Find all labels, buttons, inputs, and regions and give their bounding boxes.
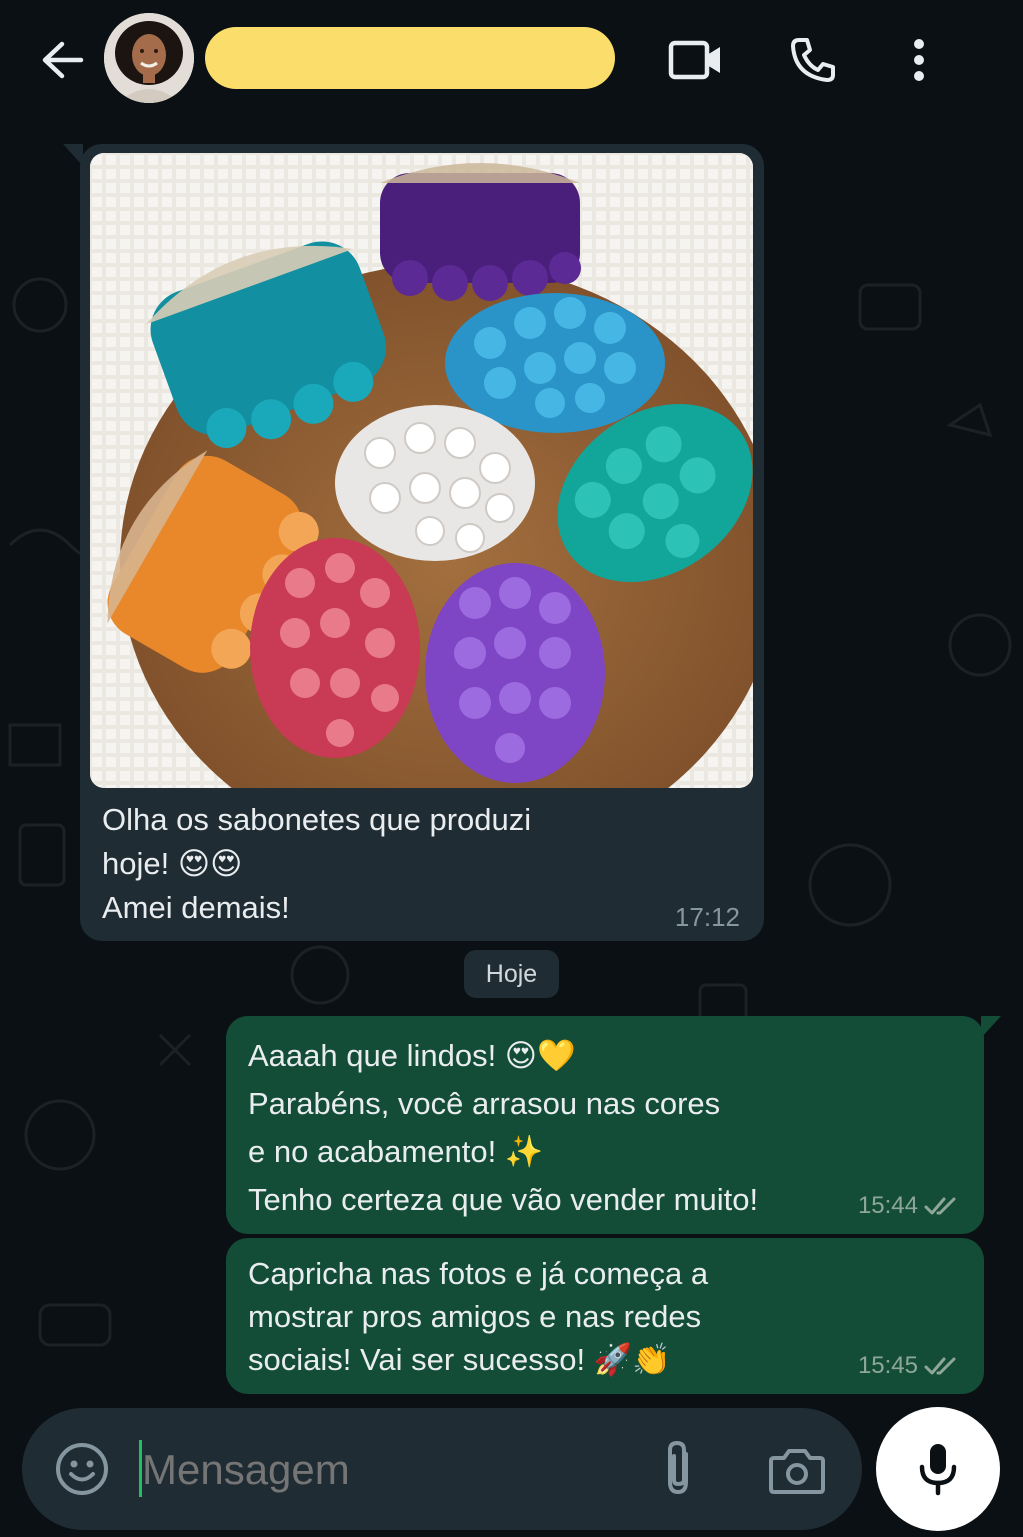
caption-line: Olha os sabonetes que produzi (102, 802, 532, 837)
bubble-tail (981, 1016, 1001, 1038)
message-meta: 15:45 (858, 1352, 962, 1380)
caption-line: Amei demais! (102, 890, 290, 925)
message-time: 15:45 (857, 1352, 918, 1379)
message-composer (22, 1408, 862, 1532)
message-line: Aaaah que lindos! 😍💛 (248, 1038, 576, 1073)
message-time: 17:12 (674, 902, 740, 932)
contact-avatar[interactable] (104, 13, 194, 103)
incoming-caption: Olha os sabonetes que produzi hoje! 😍😍 A… (102, 798, 622, 930)
camera-icon[interactable] (768, 1446, 826, 1496)
attach-icon[interactable] (658, 1438, 698, 1500)
day-divider: Hoje (464, 950, 559, 998)
chat-header (0, 0, 1023, 125)
outgoing-message[interactable]: Aaaah que lindos! 😍💛 Parabéns, você arra… (226, 1016, 1001, 1234)
back-arrow-icon[interactable] (36, 34, 88, 86)
voice-call-icon[interactable] (785, 32, 841, 88)
message-text: Aaaah que lindos! 😍💛 Parabéns, você arra… (248, 1032, 758, 1224)
double-check-icon (924, 1357, 956, 1375)
message-input[interactable] (140, 1408, 614, 1532)
message-line: Capricha nas fotos e já começa a (248, 1256, 709, 1291)
emoji-icon[interactable] (54, 1441, 110, 1497)
message-text: Capricha nas fotos e já começa a mostrar… (248, 1252, 708, 1381)
message-line: Parabéns, você arrasou nas cores (248, 1086, 721, 1121)
bubble-tail (63, 144, 83, 166)
message-line: mostrar pros amigos e nas redes (248, 1299, 702, 1334)
more-options-icon[interactable] (900, 32, 938, 88)
mic-button[interactable] (876, 1407, 1000, 1531)
outgoing-message[interactable]: Capricha nas fotos e já começa a mostrar… (226, 1238, 984, 1394)
mic-icon (919, 1444, 957, 1496)
contact-name-redacted[interactable] (205, 27, 615, 89)
video-call-icon[interactable] (664, 34, 728, 86)
message-time: 15:44 (857, 1192, 918, 1219)
message-meta: 15:44 (858, 1192, 962, 1220)
double-check-icon (924, 1197, 956, 1215)
soap-photo[interactable] (90, 153, 753, 788)
message-line: e no acabamento! ✨ (248, 1134, 544, 1169)
message-line: sociais! Vai ser sucesso! 🚀👏 (248, 1342, 671, 1377)
caption-line: hoje! 😍😍 (102, 846, 243, 881)
incoming-message[interactable]: Olha os sabonetes que produzi hoje! 😍😍 A… (63, 144, 764, 941)
message-line: Tenho certeza que vão vender muito! (248, 1182, 759, 1217)
